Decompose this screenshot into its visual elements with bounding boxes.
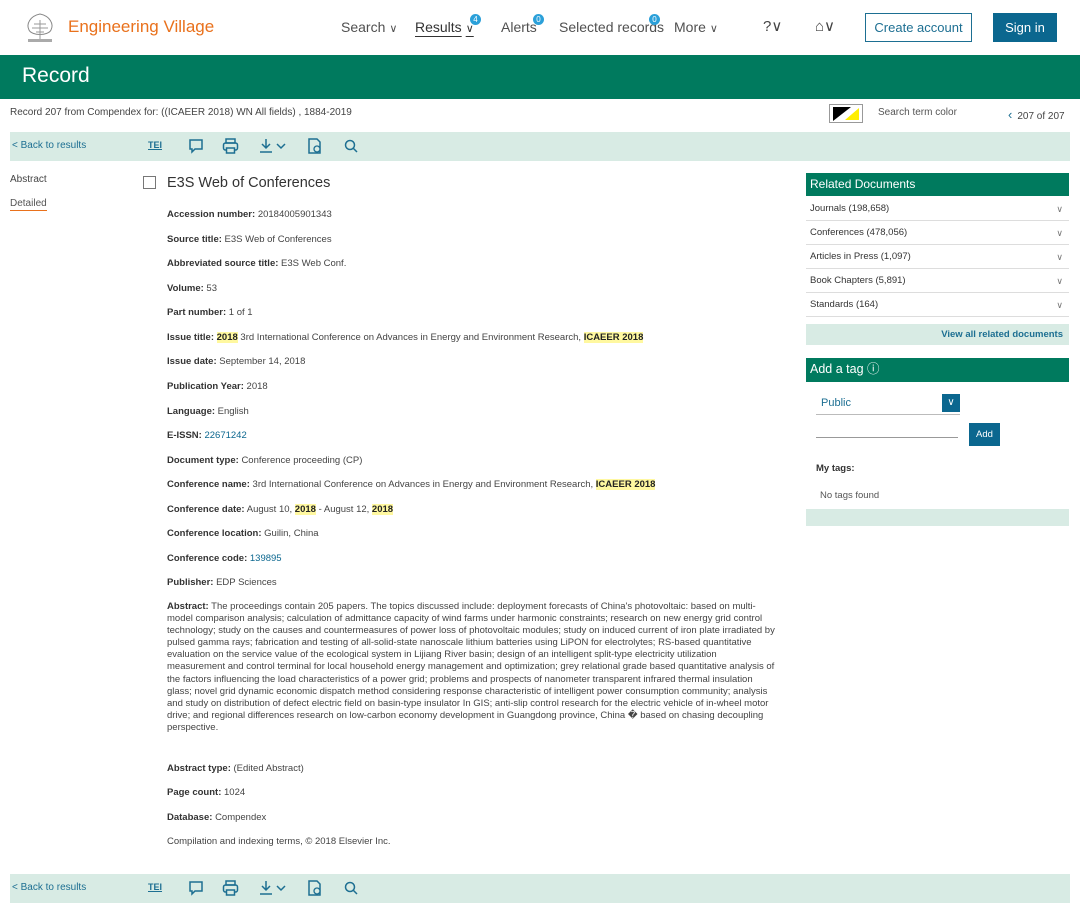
chevron-down-icon: ∨ (1056, 252, 1063, 262)
search-term-color-picker[interactable] (829, 104, 863, 123)
results-count-badge: 4 (470, 14, 481, 25)
related-documents-header: Related Documents (806, 173, 1069, 196)
page-header: Record (0, 55, 1080, 99)
view-all-related-link[interactable]: View all related documents (806, 324, 1069, 345)
chevron-down-icon: ∨ (465, 23, 474, 35)
tag-input[interactable] (816, 422, 958, 438)
tag-visibility-value: Public (821, 397, 851, 409)
my-tags-label: My tags: (816, 463, 855, 474)
field-document-type: Document type: Conference proceeding (CP… (167, 455, 363, 466)
alerts-count-badge: 0 (533, 14, 544, 25)
add-tag-header: Add a tag ⓘ (806, 358, 1069, 382)
create-account-button[interactable]: Create account (865, 13, 972, 42)
nav-alerts[interactable]: Alerts (501, 19, 537, 35)
field-conference-location: Conference location: Guilin, China (167, 528, 319, 539)
chevron-down-icon: ∨ (1056, 228, 1063, 238)
previous-record-icon[interactable]: ‹ (1008, 107, 1012, 122)
brand-name[interactable]: Engineering Village (68, 17, 214, 37)
copyright-text: Compilation and indexing terms, © 2018 E… (167, 836, 391, 847)
field-language: Language: English (167, 406, 249, 417)
nav-more[interactable]: More ∨ (674, 19, 718, 35)
back-to-results-link[interactable]: < Back to results (12, 140, 86, 151)
field-database: Database: Compendex (167, 812, 267, 823)
institution-icon[interactable]: ⌂∨ (815, 17, 835, 35)
tag-visibility-select[interactable]: Public ∨ (816, 391, 960, 415)
nav-results-label: Results (415, 19, 462, 35)
nav-selected-records[interactable]: Selected records (559, 19, 664, 35)
field-publisher: Publisher: EDP Sciences (167, 577, 277, 588)
add-tag-button[interactable]: Add (969, 423, 1000, 446)
field-issue-title: Issue title: 2018 3rd International Conf… (167, 332, 644, 343)
nav-results[interactable]: Results ∨ (415, 19, 474, 35)
record-toolbar: < Back to results TEI (10, 132, 1070, 161)
download-icon[interactable] (259, 880, 289, 896)
tei-icon[interactable]: TEI (148, 882, 162, 892)
field-conference-code: Conference code: 139895 (167, 553, 282, 564)
conference-code-link[interactable]: 139895 (250, 553, 282, 564)
chevron-down-icon: ∨ (1056, 300, 1063, 310)
leftnav-abstract[interactable]: Abstract (10, 174, 47, 185)
bookmark-icon[interactable] (307, 138, 323, 154)
selected-count-badge: 0 (649, 14, 660, 25)
select-record-checkbox[interactable] (143, 176, 156, 189)
field-conference-name: Conference name: 3rd International Confe… (167, 479, 656, 490)
chevron-down-icon: ∨ (1056, 276, 1063, 286)
search-icon[interactable] (344, 139, 358, 153)
field-conference-date: Conference date: August 10, 2018 - Augus… (167, 504, 394, 515)
pager-text: 207 of 207 (1017, 111, 1065, 122)
record-title: E3S Web of Conferences (167, 175, 331, 191)
field-accession: Accession number: 20184005901343 (167, 209, 332, 220)
field-abstract-type: Abstract type: (Edited Abstract) (167, 763, 304, 774)
page-title: Record (22, 64, 90, 87)
top-navigation: Engineering Village Search ∨ Results ∨ 4 A… (0, 0, 1080, 55)
elsevier-logo-icon[interactable] (20, 10, 60, 44)
field-volume: Volume: 53 (167, 283, 217, 294)
related-standards[interactable]: Standards (164) ∨ (806, 293, 1069, 317)
record-toolbar-bottom: < Back to results TEI (10, 874, 1070, 903)
nav-search[interactable]: Search ∨ (341, 19, 397, 35)
related-book-chapters[interactable]: Book Chapters (5,891) ∨ (806, 269, 1069, 293)
record-pager: ‹ 207 of 207 (1008, 107, 1065, 122)
bookmark-icon[interactable] (307, 880, 323, 896)
field-issue-date: Issue date: September 14, 2018 (167, 356, 306, 367)
color-swatch-yellow (845, 108, 859, 120)
chevron-down-icon: ∨ (1056, 204, 1063, 214)
comment-icon[interactable] (188, 880, 204, 896)
field-publication-year: Publication Year: 2018 (167, 381, 268, 392)
print-icon[interactable] (222, 138, 239, 154)
search-term-color-label: Search term color (878, 107, 957, 118)
related-journals[interactable]: Journals (198,658) ∨ (806, 197, 1069, 221)
add-tag-footer (806, 509, 1069, 526)
tei-icon[interactable]: TEI (148, 140, 162, 150)
field-part-number: Part number: 1 of 1 (167, 307, 253, 318)
leftnav-detailed[interactable]: Detailed (10, 198, 47, 211)
sign-in-button[interactable]: Sign in (993, 13, 1057, 42)
chevron-down-icon: ∨ (709, 23, 718, 35)
nav-more-label: More (674, 19, 706, 35)
field-eissn: E-ISSN: 22671242 (167, 430, 247, 441)
field-source-title: Source title: E3S Web of Conferences (167, 234, 332, 245)
related-articles-in-press[interactable]: Articles in Press (1,097) ∨ (806, 245, 1069, 269)
search-icon[interactable] (344, 881, 358, 895)
field-abbrev-source: Abbreviated source title: E3S Web Conf. (167, 258, 347, 269)
nav-search-label: Search (341, 19, 386, 35)
print-icon[interactable] (222, 880, 239, 896)
related-conferences[interactable]: Conferences (478,056) ∨ (806, 221, 1069, 245)
no-tags-text: No tags found (820, 490, 880, 501)
chevron-down-icon: ∨ (942, 394, 960, 412)
field-abstract: Abstract: The proceedings contain 205 pa… (167, 601, 775, 733)
download-icon[interactable] (259, 138, 289, 154)
help-icon[interactable]: ?∨ (763, 17, 782, 35)
breadcrumb: Record 207 from Compendex for: ((ICAEER … (10, 107, 352, 118)
eissn-link[interactable]: 22671242 (204, 430, 246, 441)
back-to-results-link[interactable]: < Back to results (12, 882, 86, 893)
field-page-count: Page count: 1024 (167, 787, 246, 798)
chevron-down-icon: ∨ (389, 23, 398, 35)
comment-icon[interactable] (188, 138, 204, 154)
